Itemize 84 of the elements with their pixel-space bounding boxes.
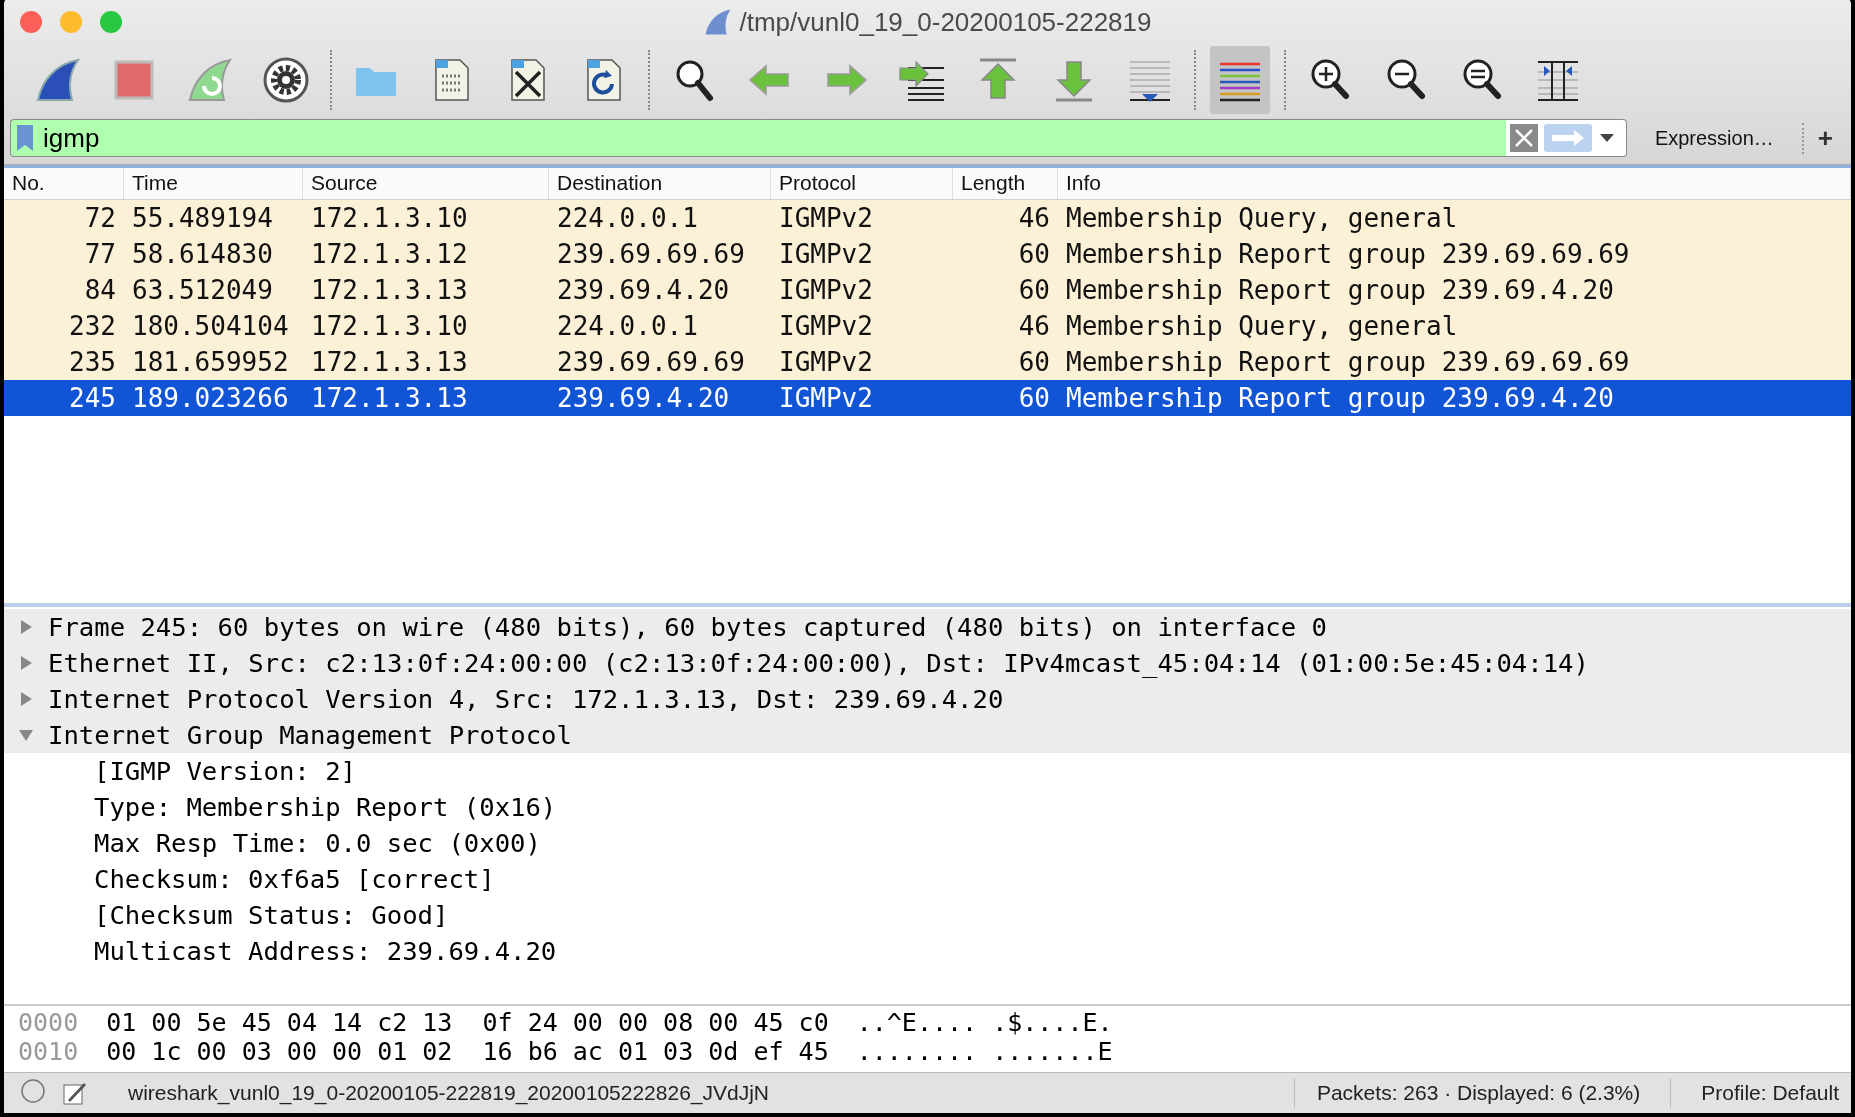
- table-cell-text: 58.614830: [131, 239, 274, 269]
- table-cell-text: 63.512049: [131, 275, 274, 305]
- table-cell-text: 239.69.4.20: [556, 275, 731, 305]
- table-cell-text: 239.69.4.20: [556, 383, 731, 413]
- packet-row[interactable]: 72 55.489194 172.1.3.10 224.0.0.1 IGMPv2 46 Membership Query, general: [4, 200, 1851, 236]
- hex-bytes: 00 1c 00 03 00 00 01 02 16 b6 ac 01 03 0d ef 45: [106, 1037, 829, 1066]
- table-cell-text: 224.0.0.1: [556, 311, 699, 341]
- add-filter-button[interactable]: +: [1801, 122, 1847, 154]
- ascii-bytes: ..^E.... .$....E.: [856, 1008, 1113, 1037]
- ascii-bytes: ........ .......E: [856, 1037, 1113, 1066]
- table-cell-text: Membership Report group 239.69.4.20: [1065, 275, 1615, 305]
- expanded-triangle-icon[interactable]: [18, 727, 34, 743]
- table-cell-text: 232: [68, 311, 117, 341]
- expression-button[interactable]: Expression…: [1636, 126, 1792, 150]
- packet-row[interactable]: 235 181.659952 172.1.3.13 239.69.69.69 IGMPv2 60 Membership Report group 239.69.69.69: [4, 344, 1851, 380]
- table-cell-text: 55.489194: [131, 203, 274, 233]
- table-cell-text: 72: [83, 203, 117, 233]
- table-cell-text: IGMPv2: [778, 311, 874, 341]
- table-cell-text: 60: [1017, 275, 1051, 305]
- table-cell-text: IGMPv2: [778, 239, 874, 269]
- packet-count: Packets: 263 · Displayed: 6 (2.3%): [1315, 1081, 1642, 1105]
- table-cell-text: 245: [68, 383, 117, 413]
- tree-item[interactable]: [Checksum Status: Good]: [94, 900, 449, 930]
- column-header[interactable]: Info: [1058, 168, 1851, 199]
- table-cell-text: Membership Report group 239.69.4.20: [1065, 383, 1615, 413]
- table-cell-text: 239.69.69.69: [556, 347, 746, 377]
- table-cell-text: IGMPv2: [778, 347, 874, 377]
- column-header[interactable]: Protocol: [771, 168, 953, 199]
- table-cell-text: 172.1.3.10: [310, 311, 469, 341]
- table-cell-text: 180.504104: [131, 311, 290, 341]
- column-header[interactable]: Source: [303, 168, 549, 199]
- table-cell-text: Membership Query, general: [1065, 311, 1459, 341]
- zoom-window-button[interactable]: [100, 11, 122, 33]
- column-header[interactable]: Destination: [549, 168, 771, 199]
- table-cell-text: IGMPv2: [778, 203, 874, 233]
- shark-fin-icon: [34, 56, 82, 104]
- table-cell-text: IGMPv2: [778, 383, 874, 413]
- byte-offset: 0000: [18, 1008, 79, 1037]
- table-cell-text: 60: [1017, 239, 1051, 269]
- tree-item[interactable]: Multicast Address: 239.69.4.20: [94, 936, 557, 966]
- hex-bytes: 01 00 5e 45 04 14 c2 13 0f 24 00 00 08 00 45 c0: [106, 1008, 829, 1037]
- gear-icon: [262, 56, 310, 104]
- collapsed-triangle-icon[interactable]: [18, 655, 34, 671]
- table-cell-text: 46: [1017, 203, 1051, 233]
- table-cell-text: Membership Report group 239.69.69.69: [1065, 239, 1631, 269]
- tree-item[interactable]: Checksum: 0xf6a5 [correct]: [94, 864, 495, 894]
- window-title: /tmp/vunl0_19_0-20200105-222819: [739, 6, 1152, 38]
- tree-item[interactable]: Type: Membership Report (0x16): [94, 792, 557, 822]
- table-cell-text: 172.1.3.13: [310, 275, 469, 305]
- table-cell-text: 239.69.69.69: [556, 239, 746, 269]
- byte-offset: 0010: [18, 1037, 79, 1066]
- table-cell-text: 224.0.0.1: [556, 203, 699, 233]
- collapsed-triangle-icon[interactable]: [18, 691, 34, 707]
- table-cell-text: 172.1.3.13: [310, 347, 469, 377]
- edit-note-icon[interactable]: [62, 1080, 88, 1106]
- table-cell-text: 60: [1017, 383, 1051, 413]
- table-cell-text: 46: [1017, 311, 1051, 341]
- restart-fin-icon: [186, 56, 234, 104]
- table-cell-text: IGMPv2: [778, 275, 874, 305]
- status-circle-icon[interactable]: [20, 1077, 46, 1104]
- table-cell-text: Membership Report group 239.69.69.69: [1065, 347, 1631, 377]
- packet-row[interactable]: 245 189.023266 172.1.3.13 239.69.4.20 IGMPv2 60 Membership Report group 239.69.4.20: [4, 380, 1851, 416]
- table-cell-text: 84: [83, 275, 117, 305]
- table-cell-text: 77: [83, 239, 117, 269]
- table-cell-text: 172.1.3.13: [310, 383, 469, 413]
- packet-row[interactable]: 232 180.504104 172.1.3.10 224.0.0.1 IGMPv2 46 Membership Query, general: [4, 308, 1851, 344]
- capture-file-name: wireshark_vunl0_19_0-20200105-222819_20200105222826_JVdJjN: [127, 1081, 770, 1105]
- table-cell-text: 172.1.3.10: [310, 203, 469, 233]
- table-cell-text: 189.023266: [131, 383, 290, 413]
- table-cell-text: 60: [1017, 347, 1051, 377]
- column-header[interactable]: No.: [4, 168, 124, 199]
- tree-item[interactable]: Max Resp Time: 0.0 sec (0x00): [94, 828, 541, 858]
- profile-label: Profile: Default: [1700, 1081, 1840, 1105]
- packet-row[interactable]: 77 58.614830 172.1.3.12 239.69.69.69 IGMPv2 60 Membership Report group 239.69.69.69: [4, 236, 1851, 272]
- collapsed-triangle-icon[interactable]: [18, 619, 34, 635]
- tree-item[interactable]: [IGMP Version: 2]: [94, 756, 356, 786]
- table-cell-text: 235: [68, 347, 117, 377]
- table-cell-text: 181.659952: [131, 347, 290, 377]
- close-window-button[interactable]: [20, 11, 42, 33]
- table-cell-text: 172.1.3.12: [310, 239, 469, 269]
- column-header[interactable]: Length: [953, 168, 1058, 199]
- packet-row[interactable]: 84 63.512049 172.1.3.13 239.69.4.20 IGMPv2 60 Membership Report group 239.69.4.20: [4, 272, 1851, 308]
- table-cell-text: Membership Query, general: [1065, 203, 1459, 233]
- column-header[interactable]: Time: [124, 168, 303, 199]
